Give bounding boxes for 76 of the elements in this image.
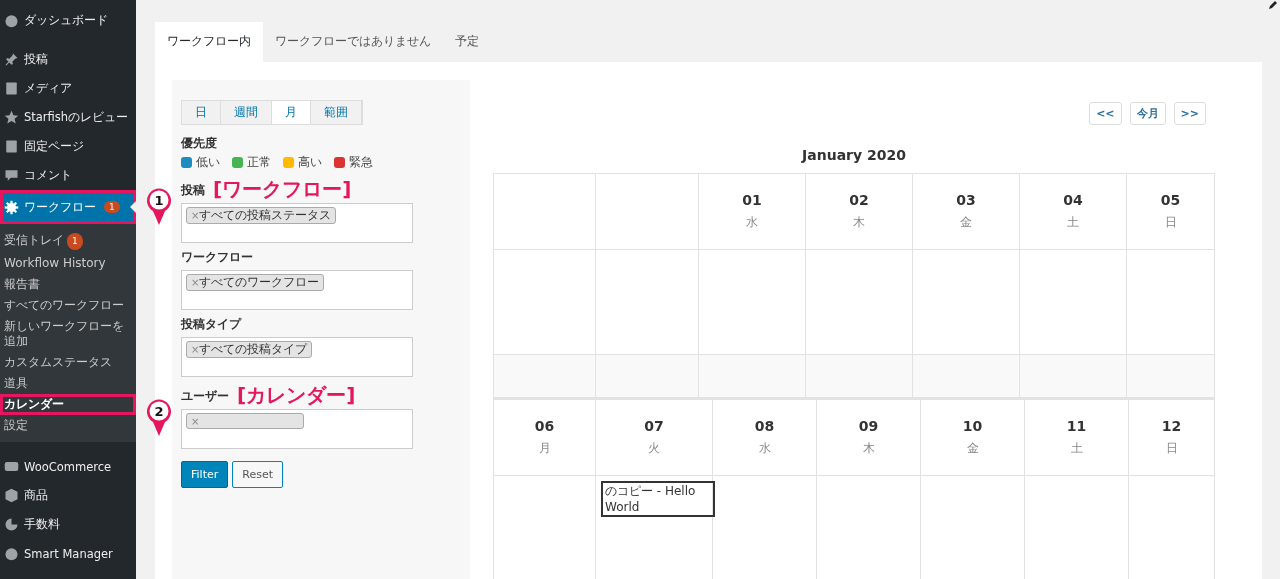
menu-item[interactable]: メディア [0, 74, 136, 103]
day-number: 08 [754, 418, 775, 434]
menu-item[interactable]: WooCommerce [0, 452, 136, 481]
weekday-label: 日 [1164, 214, 1177, 231]
submenu-item[interactable]: カレンダー [0, 394, 136, 415]
menu-item[interactable]: 商品 [0, 481, 136, 510]
day-number: 02 [849, 192, 869, 208]
priority-label: 緊急 [349, 154, 373, 171]
submenu-item[interactable]: 設定 [0, 415, 136, 436]
weekday-label: 月 [538, 440, 551, 457]
menu-item[interactable]: ダッシュボード [0, 6, 136, 35]
filter-button[interactable]: Filter [181, 461, 229, 488]
nav-button[interactable]: 今月 [1129, 102, 1166, 125]
count-badge: 1 [67, 233, 83, 250]
priority-label: 優先度 [181, 135, 218, 152]
menu-item[interactable]: 固定ページ [0, 132, 136, 161]
day-number: 05 [1160, 192, 1181, 208]
submenu-item[interactable]: Workflow History [0, 253, 136, 274]
tab[interactable]: ワークフロー内 [155, 22, 263, 62]
menu-item[interactable]: ワークフロー 1 [0, 190, 136, 224]
view-button[interactable]: 月 [272, 101, 311, 124]
annotation-label: [カレンダー] [237, 383, 356, 407]
day-number: 06 [534, 418, 555, 434]
field-label: ワークフロー [181, 249, 253, 266]
day-number: 04 [1063, 192, 1083, 208]
tab[interactable]: ワークフローではありません [263, 22, 443, 62]
priority-label: 正常 [247, 154, 271, 171]
submenu-item[interactable]: 道具 [0, 373, 136, 394]
annotation-label: [ワークフロー] [213, 177, 352, 201]
nav-button[interactable]: >> [1173, 102, 1206, 125]
weekday-label: 金 [966, 440, 979, 457]
submenu-item[interactable]: 新しいワークフローを追加 [0, 316, 136, 352]
menu-item[interactable]: Smart Manager [0, 539, 136, 568]
menu-item[interactable]: 手数料 [0, 510, 136, 539]
menu-item[interactable]: 投稿 [0, 45, 136, 74]
calendar-event[interactable]: のコピー - Hello World [601, 481, 715, 517]
filter-chip[interactable]: ×すべての投稿ステータス [186, 207, 337, 224]
submenu-item[interactable]: 報告書 [0, 274, 136, 295]
calendar-title: January 2020 [800, 147, 907, 163]
submenu-item[interactable]: カスタムステータス [0, 352, 136, 373]
submenu-item[interactable]: すべてのワークフロー [0, 295, 136, 316]
weekday-label: 木 [853, 214, 865, 231]
weekday-label: 土 [1070, 440, 1083, 457]
weekday-label: 金 [960, 214, 972, 231]
reset-button[interactable]: Reset [232, 461, 283, 488]
day-number: 09 [858, 418, 879, 434]
day-number: 03 [956, 192, 976, 208]
field-label: 投稿タイプ [181, 316, 241, 333]
multi-select-field[interactable]: ×すべての投稿タイプ [181, 337, 413, 377]
filter-chip[interactable]: ×すべてのワークフロー [186, 274, 325, 291]
count-badge: 1 [104, 201, 120, 213]
menu-item[interactable]: Starfishのレビュー [0, 103, 136, 132]
weekday-label: 木 [862, 440, 875, 457]
multi-select-field[interactable]: ×すべてのワークフロー [181, 270, 413, 310]
field-label: ユーザー [181, 388, 229, 405]
submenu-item[interactable]: 受信トレイ 1 [0, 230, 136, 253]
nav-button[interactable]: << [1089, 102, 1122, 125]
filter-chip[interactable]: ×すべての投稿タイプ [186, 341, 313, 358]
multi-select-field[interactable]: ×すべての投稿ステータス [181, 203, 413, 243]
weekday-label: 水 [746, 214, 758, 231]
priority-label: 高い [298, 154, 322, 171]
weekday-label: 土 [1067, 214, 1079, 231]
day-number: 01 [742, 192, 762, 208]
weekday-label: 火 [648, 440, 660, 457]
weekday-label: 日 [1165, 440, 1178, 457]
day-number: 12 [1161, 418, 1182, 434]
menu-item[interactable]: コメント [0, 161, 136, 190]
weekday-label: 水 [758, 440, 771, 457]
callout-pin: 2 [145, 397, 173, 437]
day-number: 07 [644, 418, 664, 434]
callout-pin: 1 [145, 186, 173, 226]
day-number: 11 [1066, 418, 1087, 434]
field-label: 投稿 [181, 182, 205, 199]
tab[interactable]: 予定 [443, 22, 491, 62]
priority-label: 低い [196, 154, 220, 171]
day-number: 10 [962, 418, 983, 434]
